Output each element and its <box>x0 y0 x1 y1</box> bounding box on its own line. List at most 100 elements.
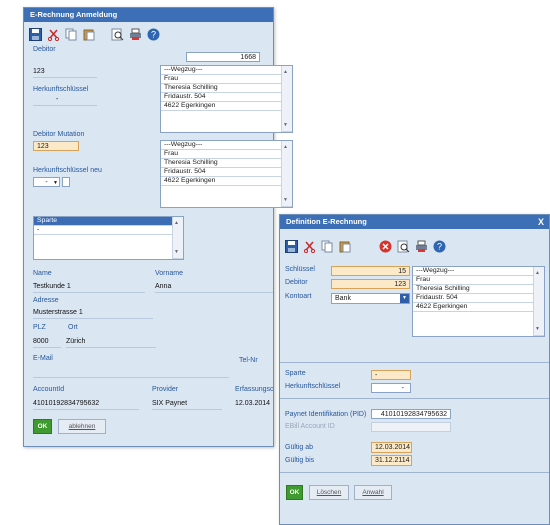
adresse-value: Musterstrasse 1 <box>33 309 83 316</box>
address-line: Theresia Schilling <box>161 84 292 93</box>
sparte-row[interactable]: - <box>34 226 177 235</box>
window-title-text: Definition E-Rechnung <box>286 217 367 226</box>
erfassung-label: Erfassungsc <box>235 386 274 393</box>
sparte-header: Sparte <box>34 217 177 226</box>
ablehnen-button[interactable]: ablehnen <box>58 419 106 434</box>
herkunft-neu-value: - <box>45 179 48 186</box>
herkunft-value: - <box>401 385 404 392</box>
delete-icon[interactable] <box>378 239 392 253</box>
section-divider <box>280 472 549 473</box>
address-line: Frau <box>413 276 544 285</box>
anwahl-button[interactable]: Anwahl <box>354 485 392 500</box>
chevron-down-icon: ▼ <box>53 180 58 186</box>
toolbar: ? <box>28 23 160 45</box>
print-icon[interactable] <box>414 239 428 253</box>
save-icon[interactable] <box>284 239 298 253</box>
gueltig-ab-label: Gültig ab <box>285 444 314 451</box>
kontoart-value: Bank <box>335 295 351 302</box>
scrollbar[interactable]: ▲ ▼ <box>281 66 292 132</box>
svg-text:?: ? <box>436 241 441 251</box>
herkunft-select[interactable]: - <box>371 383 411 393</box>
paste-icon[interactable] <box>338 239 352 253</box>
loeschen-button[interactable]: Löschen <box>309 485 349 500</box>
cut-icon[interactable] <box>46 27 60 41</box>
section-divider <box>280 362 549 363</box>
definition-e-rechnung-window: Definition E-Rechnung X ? Schlüssel 15 D… <box>279 214 550 525</box>
copy-icon[interactable] <box>64 27 78 41</box>
cut-icon[interactable] <box>302 239 316 253</box>
address-list-1[interactable]: ---Wegzug--- Frau Theresia Schilling Fri… <box>160 65 293 133</box>
address-line: Fridaustr. 504 <box>161 93 292 102</box>
window-title: E-Rechnung Anmeldung <box>24 8 273 22</box>
herkunft-label: Herkunftschlüssel <box>33 86 89 93</box>
gueltig-bis-field[interactable]: 31.12.2114 <box>371 455 412 466</box>
preview-icon[interactable] <box>396 239 410 253</box>
help-icon[interactable]: ? <box>146 27 160 41</box>
address-list-2[interactable]: ---Wegzug--- Frau Theresia Schilling Fri… <box>160 140 293 208</box>
help-icon[interactable]: ? <box>432 239 446 253</box>
tel-label: Tel-Nr <box>239 357 258 364</box>
ebill-field <box>371 422 451 432</box>
provider-label: Provider <box>152 386 179 393</box>
sparte-grid[interactable]: Sparte - ▲ ▼ <box>33 216 184 260</box>
debitor-value: 123 <box>33 68 45 75</box>
divider <box>33 377 229 378</box>
pid-label: Paynet Identifikation (PID) <box>285 411 367 418</box>
divider <box>33 409 139 410</box>
paste-icon[interactable] <box>82 27 96 41</box>
scrollbar[interactable]: ▲ ▼ <box>281 141 292 207</box>
debitor-number-field[interactable]: 1668 <box>186 52 260 62</box>
gueltig-ab-field[interactable]: 12.03.2014 <box>371 442 412 453</box>
herkunft-neu-extra[interactable] <box>62 177 70 187</box>
address-line: Fridaustr. 504 <box>161 168 292 177</box>
vorname-label: Vorname <box>155 270 184 277</box>
kontoart-label: Kontoart <box>285 293 312 300</box>
schluessel-label: Schlüssel <box>285 266 315 273</box>
preview-icon[interactable] <box>110 27 124 41</box>
divider <box>66 347 156 348</box>
divider <box>155 292 273 293</box>
ok-button[interactable]: OK <box>286 485 303 500</box>
erfassung-value: 12.03.2014 <box>235 400 271 407</box>
address-line: ---Wegzug--- <box>161 66 292 75</box>
vorname-value: Anna <box>155 283 172 290</box>
provider-value: SIX Paynet <box>152 400 188 407</box>
divider <box>33 77 97 78</box>
divider <box>33 105 97 106</box>
scrollbar[interactable]: ▲ ▼ <box>533 267 544 336</box>
scrollbar[interactable]: ▲ ▼ <box>172 217 183 259</box>
name-value: Testkunde 1 <box>33 283 71 290</box>
debitor-label: Debitor <box>285 279 308 286</box>
window-title: Definition E-Rechnung X <box>280 215 549 229</box>
adresse-label: Adresse <box>33 297 59 304</box>
section-divider <box>280 398 549 399</box>
divider <box>33 292 145 293</box>
debitor-label: Debitor <box>33 46 56 53</box>
save-icon[interactable] <box>28 27 42 41</box>
schluessel-field[interactable]: 15 <box>331 266 410 276</box>
kontoart-select[interactable]: Bank ▼ <box>331 293 410 304</box>
address-line: Theresia Schilling <box>413 285 544 294</box>
debitor-field[interactable]: 123 <box>331 279 410 289</box>
e-rechnung-anmeldung-window: E-Rechnung Anmeldung ? Debitor 1668 123 … <box>23 7 293 447</box>
divider <box>152 409 222 410</box>
debitor-mutation-field[interactable]: 123 <box>33 141 79 151</box>
herkunft-neu-select[interactable]: - ▼ <box>33 177 60 187</box>
print-icon[interactable] <box>128 27 142 41</box>
sparte-field[interactable]: - <box>371 370 411 380</box>
address-line: Frau <box>161 150 292 159</box>
ebill-label: EBill Account ID <box>285 423 335 430</box>
pid-field[interactable]: 41010192834795632 <box>371 409 451 419</box>
copy-icon[interactable] <box>320 239 334 253</box>
divider <box>33 347 61 348</box>
close-icon[interactable]: X <box>538 215 544 229</box>
address-line: 4622 Egerkingen <box>161 102 292 111</box>
accountid-value: 41010192834795632 <box>33 400 100 407</box>
debitor-mutation-label: Debitor Mutation <box>33 131 85 138</box>
address-list[interactable]: ---Wegzug--- Frau Theresia Schilling Fri… <box>412 266 545 337</box>
svg-text:?: ? <box>150 29 155 39</box>
ort-value: Zürich <box>66 338 86 345</box>
ok-button[interactable]: OK <box>33 419 52 434</box>
herkunft-value: - <box>56 96 59 103</box>
plz-value: 8000 <box>33 338 49 345</box>
